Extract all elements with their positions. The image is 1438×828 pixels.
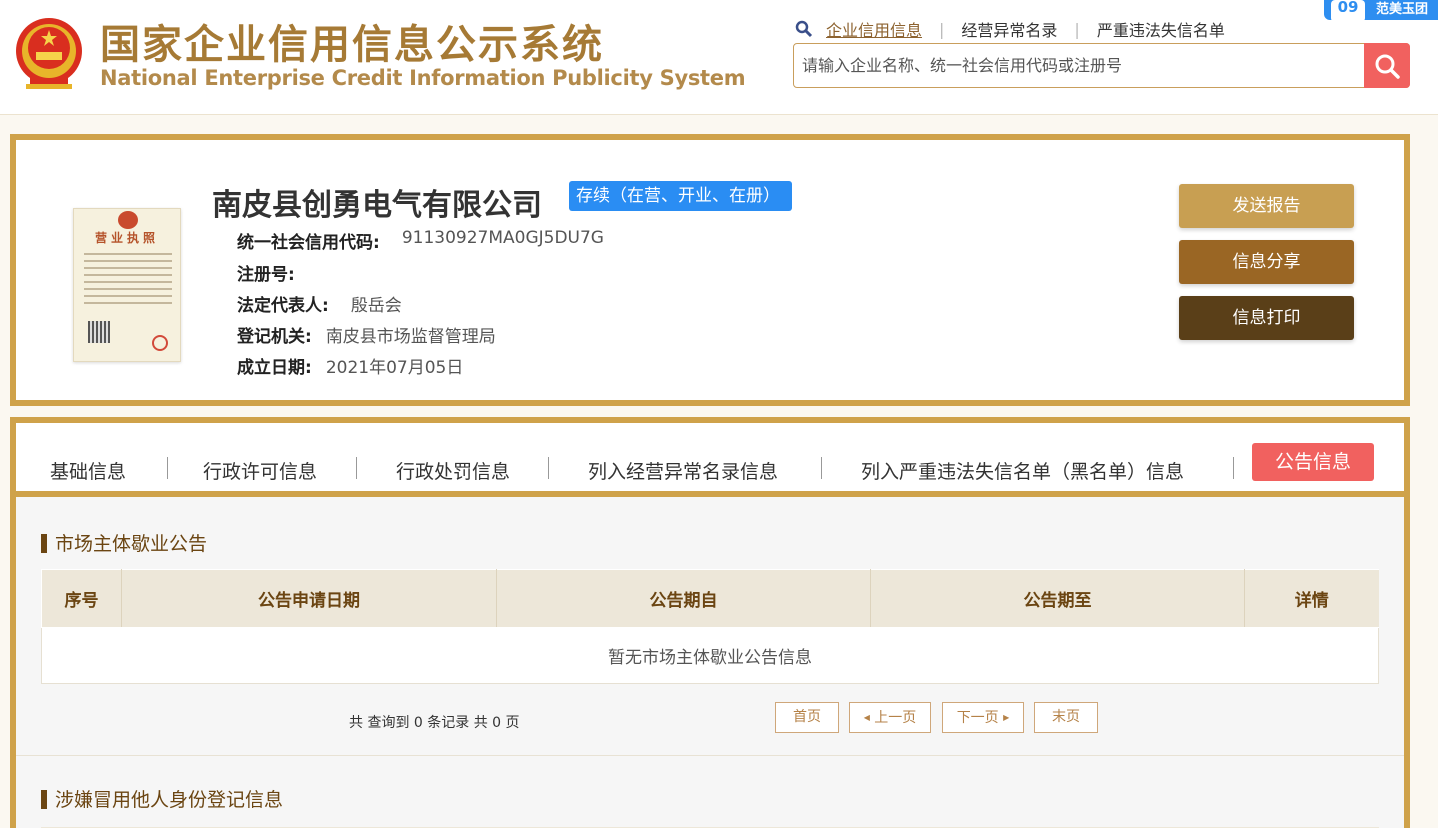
status-badge: 存续（在营、开业、在册） — [569, 181, 792, 211]
suspension-table: 序号 公告申请日期 公告期自 公告期至 详情 暂无市场主体歇业公告信息 — [41, 569, 1379, 684]
info-established: 成立日期: 2021年07月05日 — [237, 353, 463, 378]
section-title-text: 市场主体歇业公告 — [55, 533, 208, 555]
prev-page-button[interactable]: ◀ 上一页 — [849, 702, 931, 733]
business-license-thumbnail[interactable]: 营业执照 — [73, 208, 181, 362]
table-header-row: 序号 公告申请日期 公告期自 公告期至 详情 — [41, 569, 1379, 628]
col-period-start: 公告期自 — [496, 569, 871, 628]
empty-message: 暂无市场主体歇业公告信息 — [41, 627, 1379, 684]
info-label: 登记机关: — [237, 327, 312, 347]
tab-separator — [548, 457, 549, 479]
section-marker — [41, 534, 47, 553]
seal-icon — [152, 335, 168, 351]
info-label: 注册号: — [237, 265, 295, 285]
corner-badge-number: 09 — [1331, 0, 1365, 20]
site-header: 国家企业信用信息公示系统 National Enterprise Credit … — [0, 0, 1438, 115]
site-subtitle: National Enterprise Credit Information P… — [100, 66, 746, 90]
col-index: 序号 — [41, 569, 122, 628]
tab-separator — [1233, 457, 1234, 479]
info-value: 2021年07月05日 — [325, 358, 464, 378]
corner-floating-badge[interactable]: 09 范美玉团 — [1324, 0, 1438, 20]
info-authority: 登记机关: 南皮县市场监督管理局 — [237, 322, 496, 347]
tab-separator — [821, 457, 822, 479]
info-value: 南皮县市场监督管理局 — [325, 327, 496, 347]
next-page-label: 下一页 — [956, 710, 999, 726]
qr-code-icon — [88, 321, 110, 343]
info-label: 成立日期: — [237, 358, 312, 378]
tab-content: 市场主体歇业公告 序号 公告申请日期 公告期自 公告期至 详情 暂无市场主体歇业… — [16, 497, 1404, 828]
last-page-button[interactable]: 末页 — [1034, 702, 1098, 733]
print-info-button[interactable]: 信息打印 — [1179, 296, 1354, 340]
info-value: 殷岳会 — [350, 296, 402, 316]
record-count: 共 查询到 0 条记录 共 0 页 — [349, 715, 520, 731]
col-period-end: 公告期至 — [870, 569, 1245, 628]
nav-separator: | — [939, 19, 945, 39]
info-label: 法定代表人: — [237, 296, 329, 316]
caret-right-icon: ▶ — [1003, 713, 1010, 722]
search-input[interactable] — [802, 52, 1362, 79]
license-text-lines — [84, 253, 172, 309]
search-button[interactable] — [1364, 43, 1410, 88]
tab-announcements[interactable]: 公告信息 — [1252, 443, 1374, 481]
caret-left-icon: ◀ — [863, 713, 870, 722]
section-title-suspension: 市场主体歇业公告 — [41, 529, 207, 556]
search-icon — [1375, 54, 1400, 79]
tab-separator — [356, 457, 357, 479]
section-divider — [16, 755, 1404, 756]
company-card: 营业执照 南皮县创勇电气有限公司 存续（在营、开业、在册） 统一社会信用代码: … — [10, 134, 1410, 406]
send-report-button[interactable]: 发送报告 — [1179, 184, 1354, 228]
top-nav: 企业信用信息 | 经营异常名录 | 严重违法失信名单 — [795, 17, 1225, 41]
table-row: 暂无市场主体歇业公告信息 — [41, 627, 1379, 684]
tab-abnormal-list[interactable]: 列入经营异常名录信息 — [588, 457, 778, 484]
info-label: 统一社会信用代码: — [237, 233, 380, 253]
info-credit-code: 统一社会信用代码: 91130927MA0GJ5DU7G — [237, 228, 604, 253]
info-legal-rep: 法定代表人: 殷岳会 — [237, 291, 402, 316]
info-reg-number: 注册号: — [237, 260, 317, 285]
search-nav-icon — [795, 20, 813, 38]
tab-basic-info[interactable]: 基础信息 — [50, 457, 126, 484]
tab-admin-license[interactable]: 行政许可信息 — [203, 457, 317, 484]
nav-blacklist[interactable]: 严重违法失信名单 — [1097, 17, 1225, 41]
nav-separator: | — [1074, 19, 1080, 39]
col-apply-date: 公告申请日期 — [121, 569, 497, 628]
license-emblem-icon — [118, 211, 138, 229]
detail-panel: 基础信息 行政许可信息 行政处罚信息 列入经营异常名录信息 列入严重违法失信名单… — [10, 417, 1410, 828]
search-box — [793, 43, 1410, 88]
tab-separator — [167, 457, 168, 479]
prev-page-label: 上一页 — [874, 710, 917, 726]
next-page-button[interactable]: 下一页 ▶ — [942, 702, 1024, 733]
info-value: 91130927MA0GJ5DU7G — [401, 228, 604, 248]
col-details: 详情 — [1244, 569, 1379, 628]
corner-badge-text: 范美玉团 — [1376, 2, 1429, 17]
nav-enterprise-credit[interactable]: 企业信用信息 — [826, 17, 922, 41]
first-page-button[interactable]: 首页 — [775, 702, 839, 733]
nav-abnormal-list[interactable]: 经营异常名录 — [961, 17, 1057, 41]
company-name: 南皮县创勇电气有限公司 — [212, 188, 542, 223]
tab-bar: 基础信息 行政许可信息 行政处罚信息 列入经营异常名录信息 列入严重违法失信名单… — [16, 423, 1404, 497]
national-emblem-icon — [16, 18, 82, 89]
site-title: 国家企业信用信息公示系统 — [100, 22, 604, 68]
section-marker — [41, 790, 47, 809]
license-title: 营业执照 — [94, 231, 159, 245]
tab-blacklist[interactable]: 列入严重违法失信名单（黑名单）信息 — [861, 457, 1184, 484]
share-info-button[interactable]: 信息分享 — [1179, 240, 1354, 284]
section-title-text: 涉嫌冒用他人身份登记信息 — [55, 789, 284, 811]
section-title-identity-fraud: 涉嫌冒用他人身份登记信息 — [41, 785, 283, 812]
tab-admin-penalty[interactable]: 行政处罚信息 — [396, 457, 510, 484]
